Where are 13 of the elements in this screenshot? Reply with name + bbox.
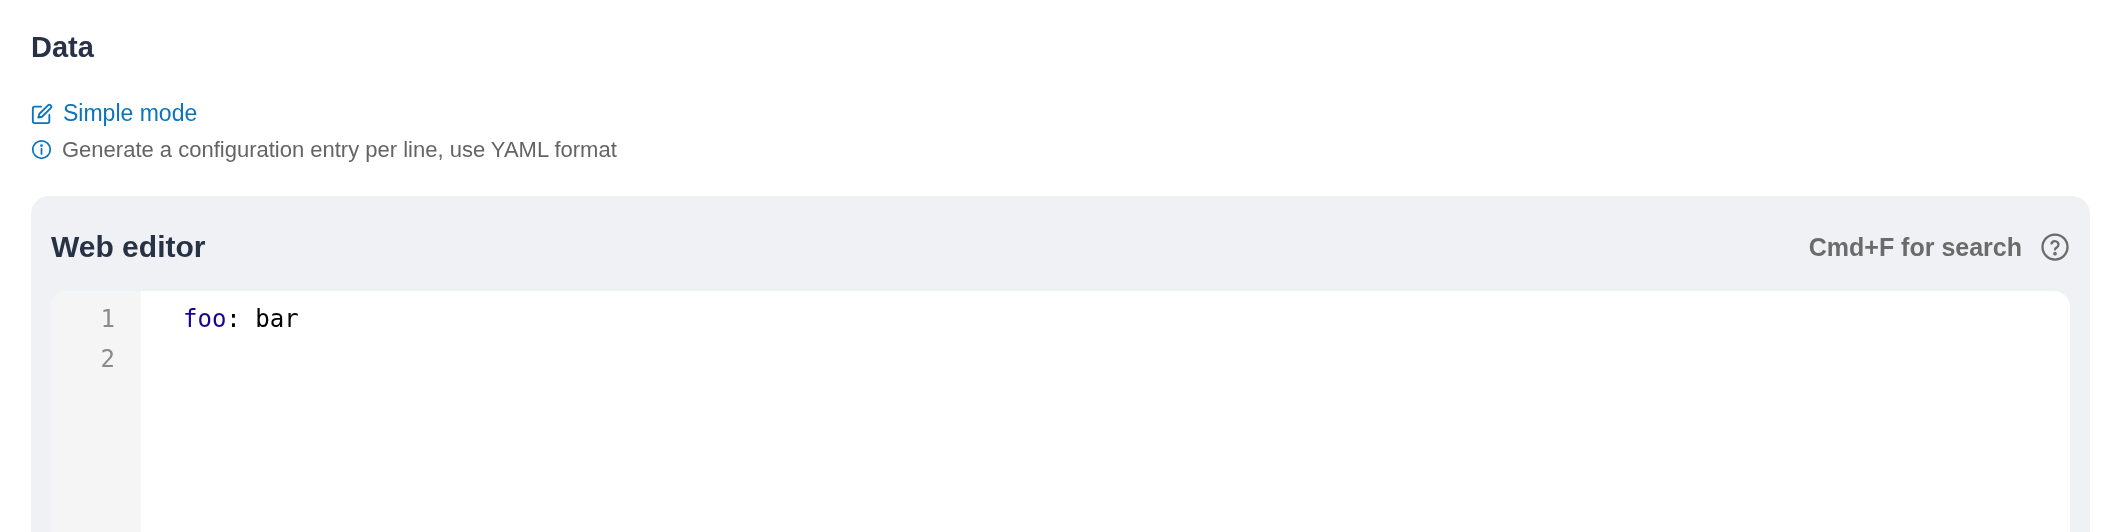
code-text: : bar (226, 303, 299, 335)
code-key: foo (183, 298, 227, 339)
search-hint: Cmd+F for search (1808, 232, 2022, 262)
line-number: 1 (100, 303, 115, 335)
code-editor[interactable]: 1 2 foo: bar (51, 290, 2070, 532)
info-icon (31, 139, 52, 160)
edit-icon (31, 102, 53, 125)
hint-text: Generate a configuration entry per line, use YAML format (62, 136, 617, 163)
line-number: 2 (100, 343, 115, 375)
section-title: Data (31, 31, 95, 64)
panel-title: Web editor (51, 230, 206, 264)
simple-mode-link[interactable]: Simple mode (31, 100, 198, 127)
help-icon[interactable] (2040, 232, 2070, 262)
